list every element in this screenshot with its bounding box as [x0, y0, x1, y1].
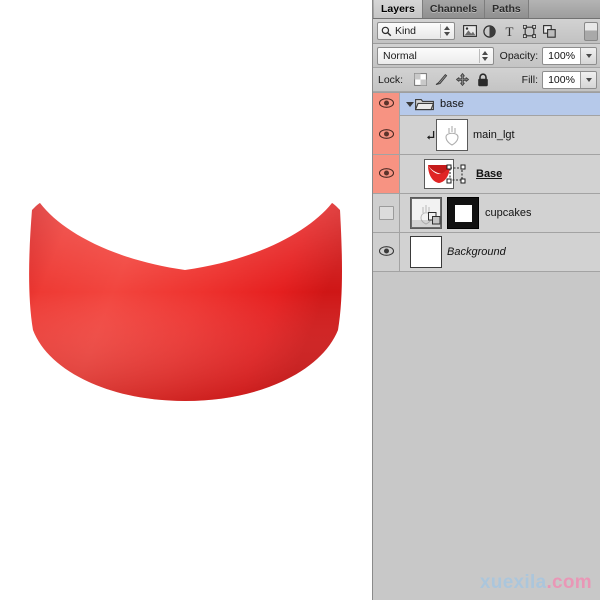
chevron-down-icon[interactable] [404, 101, 415, 107]
filter-kind-select[interactable]: Kind [377, 22, 455, 40]
lock-transparent-pixels-icon[interactable] [413, 73, 427, 87]
layer-filter-row: Kind T [373, 19, 600, 44]
filter-enable-switch[interactable] [584, 21, 598, 41]
layer-visibility-toggle[interactable] [373, 93, 400, 116]
layer-row-body[interactable]: main_lgt [400, 116, 600, 154]
fill-value[interactable]: 100% [543, 71, 580, 88]
layer-thumbnail[interactable] [410, 236, 442, 268]
layer-thumbnail[interactable] [436, 119, 468, 151]
red-cupcake-wrapper-shape[interactable] [22, 198, 352, 413]
panel-tabstrip: Layers Channels Paths [373, 0, 600, 19]
opacity-label: Opacity: [499, 49, 539, 62]
eye-icon[interactable] [378, 128, 394, 142]
layer-name[interactable]: Background [447, 246, 506, 258]
eye-icon[interactable] [378, 245, 394, 259]
vector-mask-thumbnail[interactable] [441, 159, 471, 189]
table-row[interactable]: main_lgt [373, 116, 600, 155]
fill-label: Fill: [521, 73, 538, 86]
eye-icon[interactable] [378, 97, 394, 111]
table-row[interactable]: Base [373, 155, 600, 194]
magnifier-icon [381, 26, 392, 37]
layer-row-body[interactable]: Base [400, 155, 600, 193]
layers-panel: Layers Channels Paths Kind T Normal Opac… [372, 0, 600, 600]
blend-mode-stepper[interactable] [478, 48, 491, 63]
layer-name[interactable]: main_lgt [473, 129, 515, 141]
opacity-dropdown-arrow[interactable] [580, 47, 596, 64]
eye-icon[interactable] [378, 167, 394, 181]
layer-thumbnail[interactable] [410, 197, 442, 229]
layer-visibility-toggle[interactable] [373, 116, 400, 154]
filter-icon-group: T [462, 24, 557, 39]
tab-paths[interactable]: Paths [485, 0, 529, 18]
lock-image-pixels-icon[interactable] [434, 73, 448, 87]
layer-name[interactable]: base [440, 98, 464, 110]
filter-kind-label: Kind [395, 25, 417, 37]
layer-mask-thumbnail[interactable] [447, 197, 479, 229]
table-row[interactable]: cupcakes [373, 194, 600, 233]
table-row[interactable]: Background [373, 233, 600, 272]
opacity-value[interactable]: 100% [543, 47, 581, 64]
layer-name[interactable]: cupcakes [485, 207, 531, 219]
folder-icon [415, 97, 434, 111]
blend-mode-row: Normal Opacity: 100% [373, 44, 600, 68]
lock-position-icon[interactable] [455, 73, 469, 87]
document-canvas[interactable] [0, 0, 372, 600]
table-row[interactable]: base [373, 93, 600, 116]
smart-object-filter-icon[interactable] [542, 24, 557, 39]
filter-kind-stepper[interactable] [440, 24, 452, 38]
blend-mode-select[interactable]: Normal [377, 46, 494, 65]
eye-off-icon[interactable] [378, 206, 394, 220]
blend-mode-value: Normal [383, 49, 417, 62]
layer-visibility-toggle[interactable] [373, 194, 400, 232]
tab-channels[interactable]: Channels [422, 0, 486, 18]
lock-label: Lock: [378, 73, 404, 86]
tab-layers[interactable]: Layers [374, 0, 423, 18]
lock-icon-group [413, 72, 490, 87]
layer-row-body[interactable]: base [400, 93, 600, 115]
smart-object-badge-icon [428, 212, 441, 228]
fill-field[interactable]: 100% [542, 70, 597, 89]
layer-visibility-toggle[interactable] [373, 233, 400, 271]
layer-row-body[interactable]: cupcakes [400, 194, 600, 232]
adjustment-layer-filter-icon[interactable] [482, 24, 497, 39]
opacity-field[interactable]: 100% [542, 46, 597, 65]
type-layer-filter-icon[interactable]: T [502, 24, 517, 39]
fill-dropdown-arrow[interactable] [580, 71, 596, 88]
shape-layer-filter-icon[interactable] [522, 24, 537, 39]
layer-name[interactable]: Base [476, 168, 502, 180]
layer-row-body[interactable]: Background [400, 233, 600, 271]
layer-list[interactable]: base main_lgt Base cupcakes Background [373, 92, 600, 600]
photoshop-window: Layers Channels Paths Kind T Normal Opac… [0, 0, 600, 600]
clipping-mask-arrow-icon [424, 130, 436, 141]
layer-visibility-toggle[interactable] [373, 155, 400, 193]
layer-mask-white-area [454, 204, 472, 222]
lock-row: Lock: Fill: 100% [373, 68, 600, 92]
lock-all-icon[interactable] [476, 72, 490, 87]
svg-text:T: T [506, 25, 514, 38]
pixel-layer-filter-icon[interactable] [462, 24, 477, 39]
